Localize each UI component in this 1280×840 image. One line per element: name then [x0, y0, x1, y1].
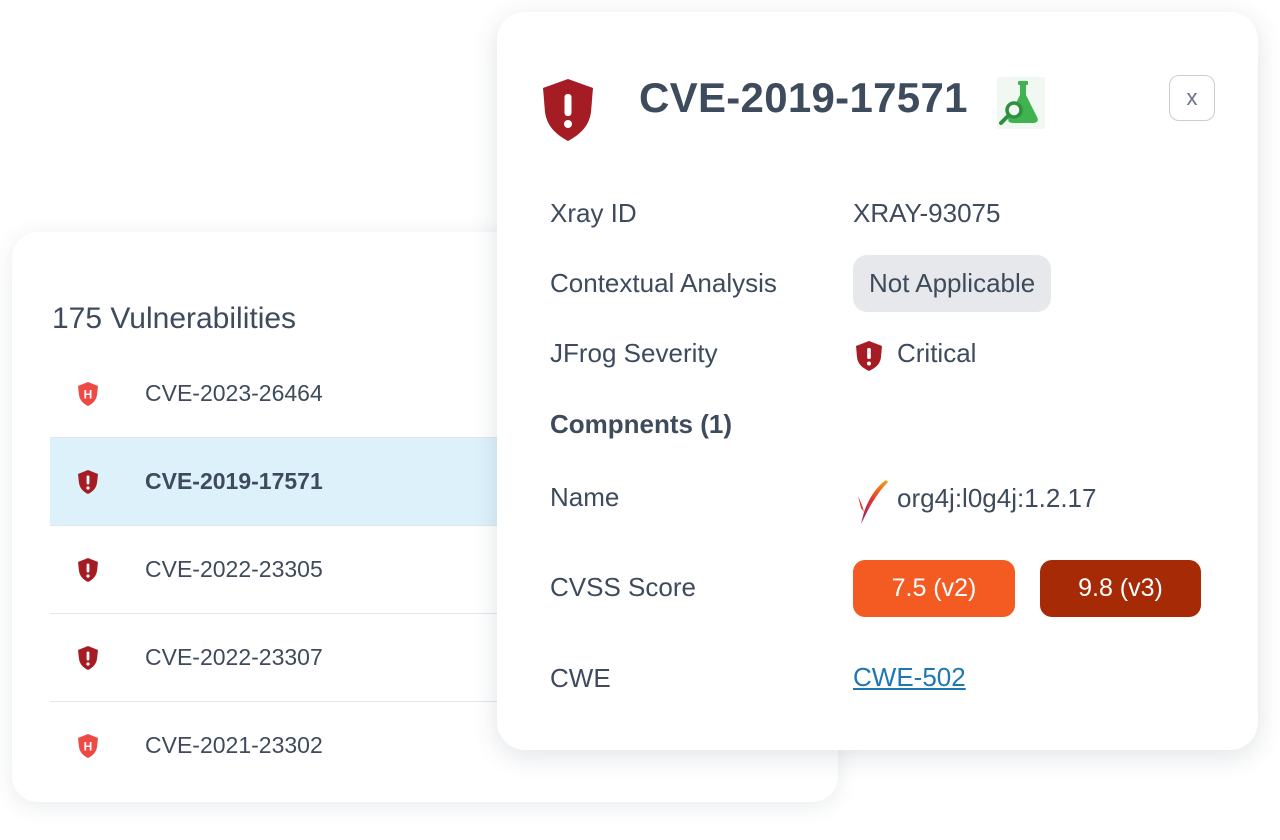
cve-id: CVE-2022-23307: [145, 644, 323, 670]
svg-text:H: H: [84, 739, 93, 753]
cwe-link[interactable]: CWE-502: [853, 662, 966, 693]
flask-magnifier-icon[interactable]: [997, 77, 1045, 129]
component-name-value: org4j:l0g4j:1.2.17: [897, 483, 1097, 513]
cvss-v3-badge: 9.8 (v3): [1040, 560, 1201, 617]
close-button[interactable]: x: [1169, 75, 1215, 121]
xray-id-value: XRAY-93075: [853, 198, 1001, 228]
jfrog-severity-value: Critical: [897, 338, 977, 368]
components-heading: Compnents (1): [550, 409, 732, 439]
cve-id: CVE-2023-26464: [145, 380, 323, 406]
vulnerability-detail-card: CVE-2019-17571 x Xray ID XRAY-93075 Cont…: [497, 12, 1258, 750]
contextual-analysis-badge: Not Applicable: [853, 255, 1052, 312]
shield-exclamation-icon: [78, 469, 98, 494]
apache-feather-icon: [858, 480, 888, 524]
shield-exclamation-icon: [78, 645, 98, 670]
contextual-analysis-label: Contextual Analysis: [550, 268, 777, 298]
cve-id: CVE-2019-17571: [145, 468, 323, 494]
xray-id-label: Xray ID: [550, 198, 637, 228]
cwe-label: CWE: [550, 663, 611, 693]
shield-h-icon: H: [78, 381, 98, 406]
jfrog-severity-label: JFrog Severity: [550, 338, 718, 368]
shield-exclamation-icon: [78, 557, 98, 582]
svg-text:H: H: [84, 387, 93, 401]
shield-exclamation-icon: [543, 79, 593, 141]
shield-h-icon: H: [78, 733, 98, 758]
list-title: 175 Vulnerabilities: [52, 302, 297, 335]
component-name-label: Name: [550, 482, 620, 512]
cvss-v2-badge: 7.5 (v2): [853, 560, 1015, 617]
shield-exclamation-icon: [856, 341, 882, 371]
cve-id: CVE-2022-23305: [145, 556, 323, 582]
cve-id: CVE-2021-23302: [145, 732, 323, 758]
detail-title: CVE-2019-17571: [639, 74, 968, 121]
cvss-score-label: CVSS Score: [550, 572, 696, 602]
